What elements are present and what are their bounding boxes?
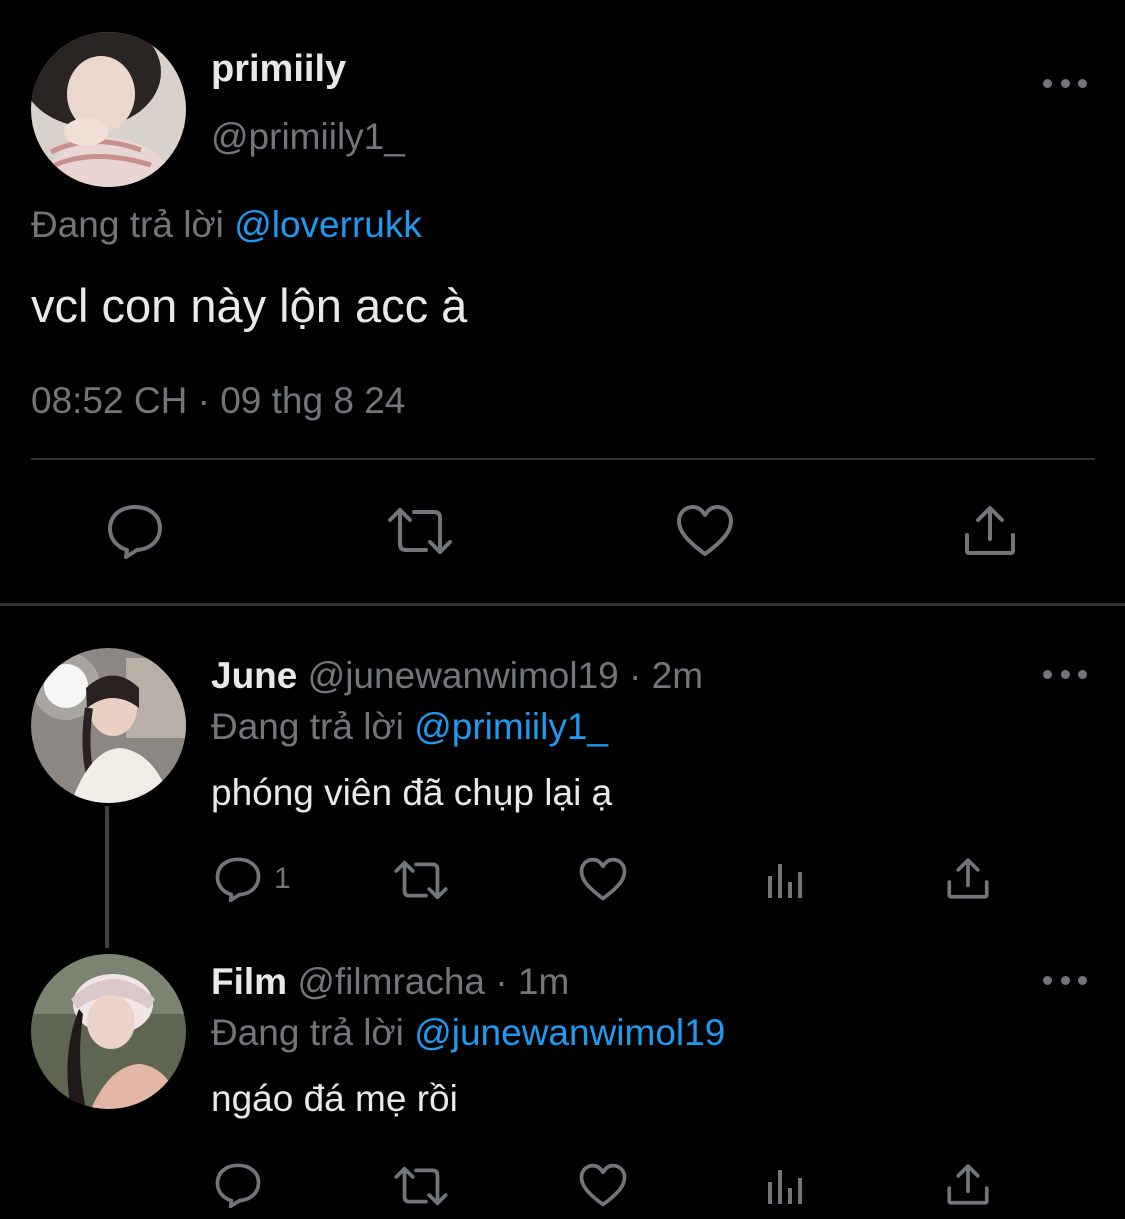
reply-author-handle[interactable]: @filmracha — [297, 961, 485, 1002]
reply-icon[interactable] — [214, 1162, 262, 1208]
reply-count: 1 — [274, 862, 291, 895]
avatar-primiily[interactable] — [31, 32, 186, 187]
replying-to-mention[interactable]: @primiily1_ — [414, 706, 608, 747]
share-icon[interactable] — [946, 1162, 990, 1206]
reply-author-handle[interactable]: @junewanwimol19 — [308, 655, 619, 696]
separator-dot: · — [618, 655, 652, 696]
replying-to-label: Đang trả lời — [31, 204, 235, 245]
more-options-icon[interactable] — [1043, 73, 1087, 93]
like-icon[interactable] — [579, 1163, 627, 1208]
section-divider — [0, 603, 1125, 606]
replying-to-mention[interactable]: @junewanwimol19 — [414, 1012, 725, 1053]
reply-text: phóng viên đã chụp lại ạ — [211, 772, 613, 813]
reply-header: Film @filmracha · 1m — [211, 961, 569, 1003]
tweet-timestamp[interactable]: 08:52 CH · 09 thg 8 24 — [31, 380, 405, 422]
more-options-icon[interactable] — [1043, 970, 1087, 990]
replying-to-label: Đang trả lời — [211, 1012, 415, 1053]
replying-to-line: Đang trả lời @primiily1_ — [211, 706, 608, 748]
reply-author-name[interactable]: June — [211, 655, 297, 696]
reply-author-name[interactable]: Film — [211, 961, 287, 1002]
reply-time[interactable]: 1m — [518, 961, 569, 1002]
reply-icon[interactable]: 1 — [214, 856, 291, 902]
separator-dot: · — [485, 961, 518, 1002]
reply-header: June @junewanwimol19 · 2m — [211, 655, 703, 697]
reply-icon[interactable] — [106, 503, 164, 559]
avatar-film[interactable] — [31, 954, 186, 1109]
like-icon[interactable] — [579, 857, 627, 902]
like-icon[interactable] — [676, 504, 734, 558]
replying-to-line: Đang trả lời @junewanwimol19 — [211, 1012, 725, 1054]
tweet-text: vcl con này lộn acc à — [31, 279, 468, 332]
reply-time[interactable]: 2m — [652, 655, 703, 696]
share-icon[interactable] — [946, 856, 990, 900]
retweet-icon[interactable] — [393, 859, 449, 901]
author-display-name[interactable]: primiily — [211, 48, 346, 91]
retweet-icon[interactable] — [386, 506, 454, 556]
reply-text: ngáo đá mẹ rồi — [211, 1078, 458, 1119]
views-icon[interactable] — [766, 860, 806, 900]
share-icon[interactable] — [963, 503, 1017, 557]
retweet-icon[interactable] — [393, 1165, 449, 1207]
replying-to-line: Đang trả lời @loverrukk — [31, 204, 422, 246]
more-options-icon[interactable] — [1043, 664, 1087, 684]
avatar-june[interactable] — [31, 648, 186, 803]
divider — [31, 458, 1095, 460]
replying-to-label: Đang trả lời — [211, 706, 415, 747]
author-handle[interactable]: @primiily1_ — [211, 116, 405, 158]
thread-connector — [105, 806, 109, 948]
replying-to-mention[interactable]: @loverrukk — [234, 204, 422, 245]
views-icon[interactable] — [766, 1166, 806, 1206]
